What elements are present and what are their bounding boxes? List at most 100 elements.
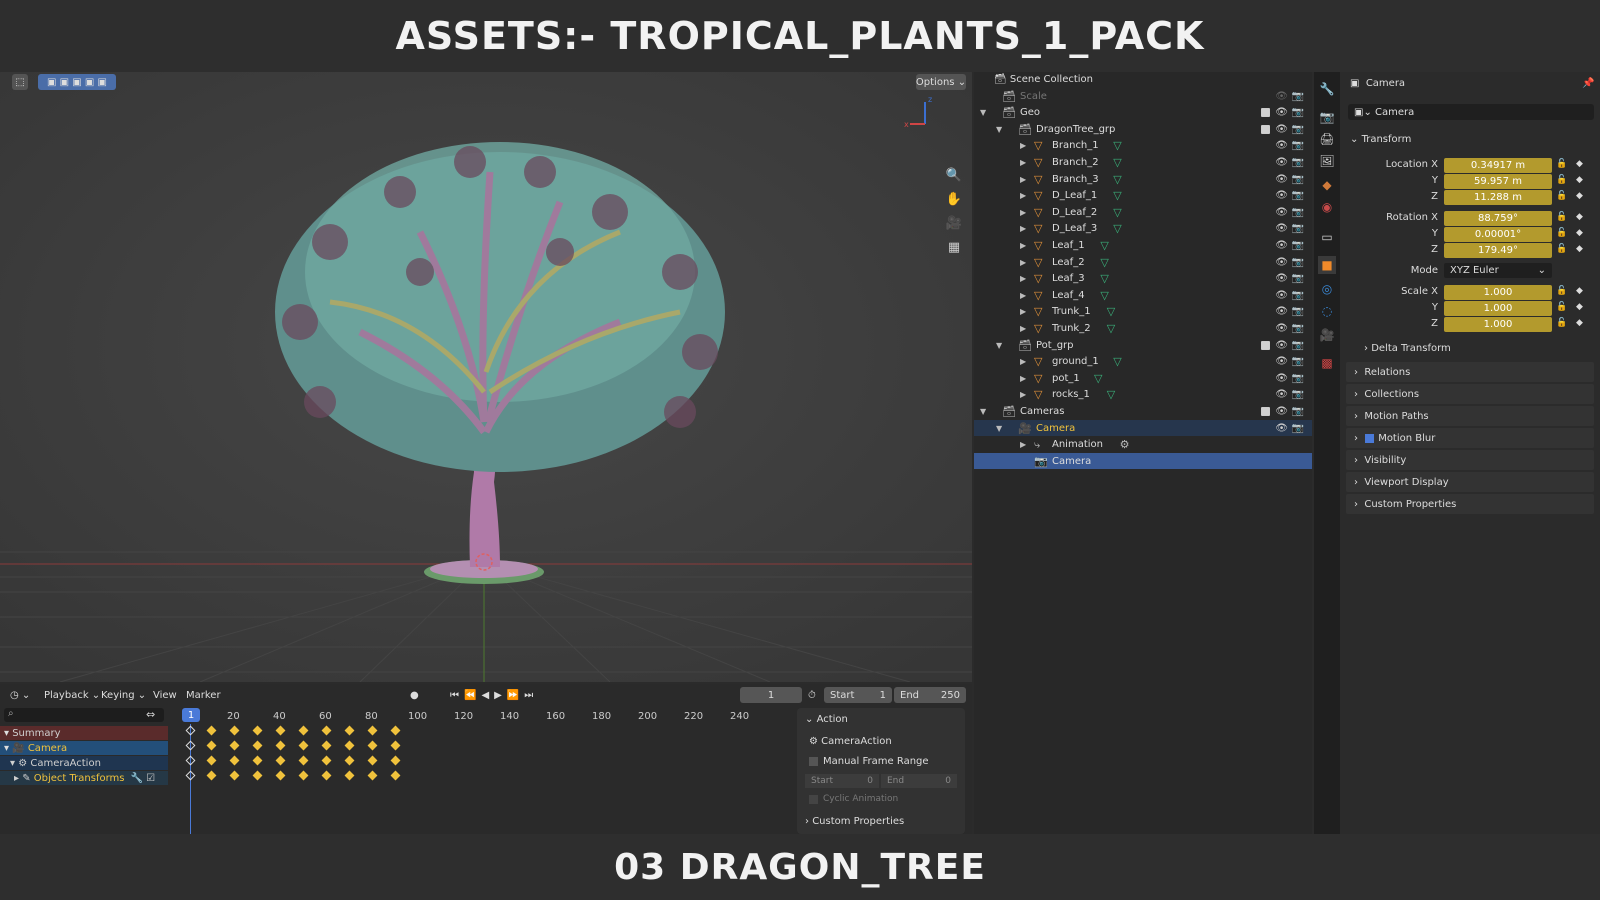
scene-tab-icon[interactable]: ◆ xyxy=(1318,176,1336,194)
outliner-row[interactable]: ▶ ▽ rocks_1 ▽ 👁 📷 xyxy=(974,387,1312,403)
keyframe-marker[interactable] xyxy=(367,740,378,751)
mesh-data-icon[interactable]: ▽ xyxy=(1113,189,1121,202)
section-visibility[interactable]: › Visibility xyxy=(1346,450,1594,470)
delta-transform-subpanel[interactable]: › Delta Transform xyxy=(1364,343,1451,354)
keyframe-icon[interactable]: ◆ xyxy=(1576,175,1583,185)
render-camera-icon[interactable]: 📷 xyxy=(1292,273,1304,284)
visibility-eye-icon[interactable]: 👁 xyxy=(1275,406,1288,417)
keyframe-marker[interactable] xyxy=(275,740,286,751)
outliner-row[interactable]: ▶ ▽ Branch_1 ▽ 👁 📷 xyxy=(974,138,1312,154)
visibility-eye-icon[interactable]: 👁 xyxy=(1275,290,1288,301)
menu-view[interactable]: View xyxy=(153,687,177,703)
outliner-row[interactable]: ▼ 🗃 Cameras 👁 📷 xyxy=(974,403,1312,419)
expand-arrow-icon[interactable]: ▶ xyxy=(1020,141,1026,150)
lock-icon[interactable]: 🔓 xyxy=(1556,175,1567,185)
grid-view-icon[interactable]: ▦ xyxy=(943,236,965,258)
keyframe-marker[interactable] xyxy=(275,725,286,736)
visibility-eye-icon[interactable]: 👁 xyxy=(1275,207,1288,218)
keyframe-marker[interactable] xyxy=(252,755,263,766)
keyframe-marker[interactable] xyxy=(275,755,286,766)
location-z-field[interactable]: 11.288 m xyxy=(1444,190,1552,205)
menu-keying[interactable]: Keying ⌄ xyxy=(101,687,146,703)
3d-viewport[interactable]: z x ⬚ ▣ ▣ ▣ ▣ ▣ Options ⌄ 🔍 ✋ 🎥 ▦ xyxy=(0,72,972,682)
outliner-row[interactable]: 📷 Camera xyxy=(974,453,1312,470)
tool-tab-icon[interactable]: 🔧 xyxy=(1318,80,1336,98)
visibility-eye-icon[interactable]: 👁 xyxy=(1275,423,1288,434)
channel-summary[interactable]: ▾ Summary xyxy=(0,726,168,740)
channel-cameraaction[interactable]: ▾ ⚙ CameraAction xyxy=(0,756,168,770)
swap-icon[interactable]: ⇔ xyxy=(146,708,155,721)
expand-arrow-icon[interactable]: ▼ xyxy=(980,407,986,416)
world-tab-icon[interactable]: ◉ xyxy=(1318,198,1336,216)
output-tab-icon[interactable]: 🖨 xyxy=(1318,130,1336,148)
render-camera-icon[interactable]: 📷 xyxy=(1292,257,1304,268)
section-motion-paths[interactable]: › Motion Paths xyxy=(1346,406,1594,426)
action-icon[interactable]: ⚙ xyxy=(1120,438,1130,451)
physics-tab-icon[interactable]: ◌ xyxy=(1318,302,1336,320)
keyframe-icon[interactable]: ◆ xyxy=(1576,228,1583,238)
visibility-eye-icon[interactable]: 👁 xyxy=(1275,273,1288,284)
outliner-row[interactable]: ▶ ▽ D_Leaf_1 ▽ 👁 📷 xyxy=(974,188,1312,204)
menu-marker[interactable]: Marker xyxy=(186,687,221,703)
keyframe-marker[interactable] xyxy=(252,725,263,736)
lock-icon[interactable]: 🔓 xyxy=(1556,286,1567,296)
keyframe-marker[interactable] xyxy=(298,725,309,736)
render-camera-icon[interactable]: 📷 xyxy=(1292,157,1304,168)
select-mode-group[interactable]: ▣ ▣ ▣ ▣ ▣ xyxy=(38,74,116,90)
keyframe-marker[interactable] xyxy=(206,755,217,766)
outliner-row[interactable]: ▶ ▽ Branch_3 ▽ 👁 📷 xyxy=(974,171,1312,187)
scale-z-field[interactable]: 1.000 xyxy=(1444,317,1552,332)
keyframe-icon[interactable]: ◆ xyxy=(1576,244,1583,254)
expand-arrow-icon[interactable]: ▶ xyxy=(1020,241,1026,250)
keyframe-marker[interactable] xyxy=(185,740,196,751)
mesh-data-icon[interactable]: ▽ xyxy=(1113,206,1121,219)
playback-controls[interactable]: ⏮⏪◀▶⏩⏭ xyxy=(450,687,538,703)
action-panel-header[interactable]: ⌄ Action xyxy=(805,714,848,725)
record-icon[interactable]: ● xyxy=(410,687,419,703)
lock-icon[interactable]: 🔓 xyxy=(1556,318,1567,328)
expand-arrow-icon[interactable]: ▶ xyxy=(1020,324,1026,333)
visibility-eye-icon[interactable]: 👁 xyxy=(1275,223,1288,234)
keyframe-marker[interactable] xyxy=(185,725,196,736)
outliner-row[interactable]: ▶ ▽ ground_1 ▽ 👁 📷 xyxy=(974,354,1312,370)
expand-arrow-icon[interactable]: ▶ xyxy=(1020,191,1026,200)
rotation-z-field[interactable]: 179.49° xyxy=(1444,243,1552,258)
outliner-row[interactable]: ▶ ▽ Leaf_1 ▽ 👁 📷 xyxy=(974,237,1312,253)
keyframe-marker[interactable] xyxy=(206,770,217,781)
render-camera-icon[interactable]: 📷 xyxy=(1292,306,1304,317)
view-layer-tab-icon[interactable]: 🖼 xyxy=(1318,152,1336,170)
keyframe-marker[interactable] xyxy=(344,740,355,751)
section-viewport-display[interactable]: › Viewport Display xyxy=(1346,472,1594,492)
visibility-eye-icon[interactable]: 👁 xyxy=(1275,91,1288,102)
outliner[interactable]: 🗃 Scene Collection 🗃 Scale 👁 📷 ▼ 🗃 Geo 👁 📷 ▼ 🗃 Drag… xyxy=(974,72,1312,834)
current-frame-field[interactable]: 1 xyxy=(740,687,802,703)
render-camera-icon[interactable]: 📷 xyxy=(1292,107,1304,118)
outliner-row[interactable]: ▶ ▽ Leaf_2 ▽ 👁 📷 xyxy=(974,254,1312,270)
keyframe-marker[interactable] xyxy=(298,755,309,766)
camera-view-icon[interactable]: 🎥 xyxy=(943,212,965,234)
render-camera-icon[interactable]: 📷 xyxy=(1292,124,1304,135)
mesh-data-icon[interactable]: ▽ xyxy=(1113,156,1121,169)
keyframe-marker[interactable] xyxy=(367,725,378,736)
action-custom-props[interactable]: › Custom Properties xyxy=(805,816,904,827)
render-camera-icon[interactable]: 📷 xyxy=(1292,356,1304,367)
keyframe-marker[interactable] xyxy=(344,725,355,736)
keyframe-marker[interactable] xyxy=(321,755,332,766)
keyframe-marker[interactable] xyxy=(206,725,217,736)
visibility-eye-icon[interactable]: 👁 xyxy=(1275,107,1288,118)
options-dropdown[interactable]: Options ⌄ xyxy=(916,74,966,90)
exclude-checkbox[interactable] xyxy=(1261,406,1270,416)
visibility-eye-icon[interactable]: 👁 xyxy=(1275,140,1288,151)
select-tool-icon[interactable]: ⬚ xyxy=(12,74,28,90)
outliner-row[interactable]: ▼ 🗃 DragonTree_grp 👁 📷 xyxy=(974,121,1312,137)
expand-arrow-icon[interactable]: ▶ xyxy=(1020,208,1026,217)
visibility-eye-icon[interactable]: 👁 xyxy=(1275,190,1288,201)
outliner-row[interactable]: ▼ 🗃 Pot_grp 👁 📷 xyxy=(974,337,1312,353)
render-camera-icon[interactable]: 📷 xyxy=(1292,174,1304,185)
keyframe-marker[interactable] xyxy=(390,740,401,751)
visibility-eye-icon[interactable]: 👁 xyxy=(1275,240,1288,251)
outliner-row[interactable]: ▼ 🗃 Geo 👁 📷 xyxy=(974,105,1312,121)
exclude-checkbox[interactable] xyxy=(1261,108,1270,118)
action-name-field[interactable]: ⚙ CameraAction xyxy=(809,736,892,747)
render-camera-icon[interactable]: 📷 xyxy=(1292,190,1304,201)
